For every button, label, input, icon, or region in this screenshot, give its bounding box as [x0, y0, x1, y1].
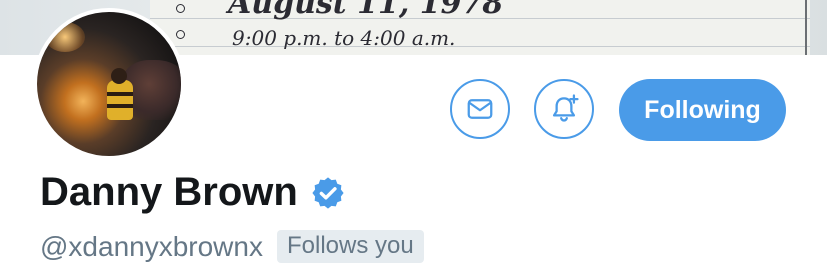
avatar-lamp: [45, 22, 85, 52]
banner-handwriting-date: August 11, 1978: [228, 0, 504, 21]
notifications-button[interactable]: [534, 79, 594, 139]
profile-name-row: Danny Brown: [40, 170, 346, 215]
banner-hole: [176, 30, 185, 39]
banner-handwriting-time: 9:00 p.m. to 4:00 a.m.: [232, 26, 456, 50]
avatar[interactable]: [33, 8, 185, 160]
avatar-stripe: [107, 104, 133, 108]
avatar-stripe: [107, 92, 133, 96]
following-button[interactable]: Following: [619, 79, 786, 141]
user-handle[interactable]: @xdannyxbrownx: [40, 231, 263, 263]
verified-badge-icon: [312, 176, 344, 209]
banner-edge: [805, 0, 807, 55]
message-button[interactable]: [450, 79, 510, 139]
bell-plus-icon: [552, 94, 579, 122]
avatar-person: [107, 80, 133, 120]
banner-hole: [176, 4, 185, 13]
avatar-head: [111, 68, 127, 84]
follows-you-badge: Follows you: [276, 230, 424, 263]
display-name[interactable]: Danny Brown: [40, 170, 298, 215]
profile-handle-row: @xdannyxbrownx Follows you: [40, 230, 424, 263]
envelope-icon: [467, 99, 493, 119]
